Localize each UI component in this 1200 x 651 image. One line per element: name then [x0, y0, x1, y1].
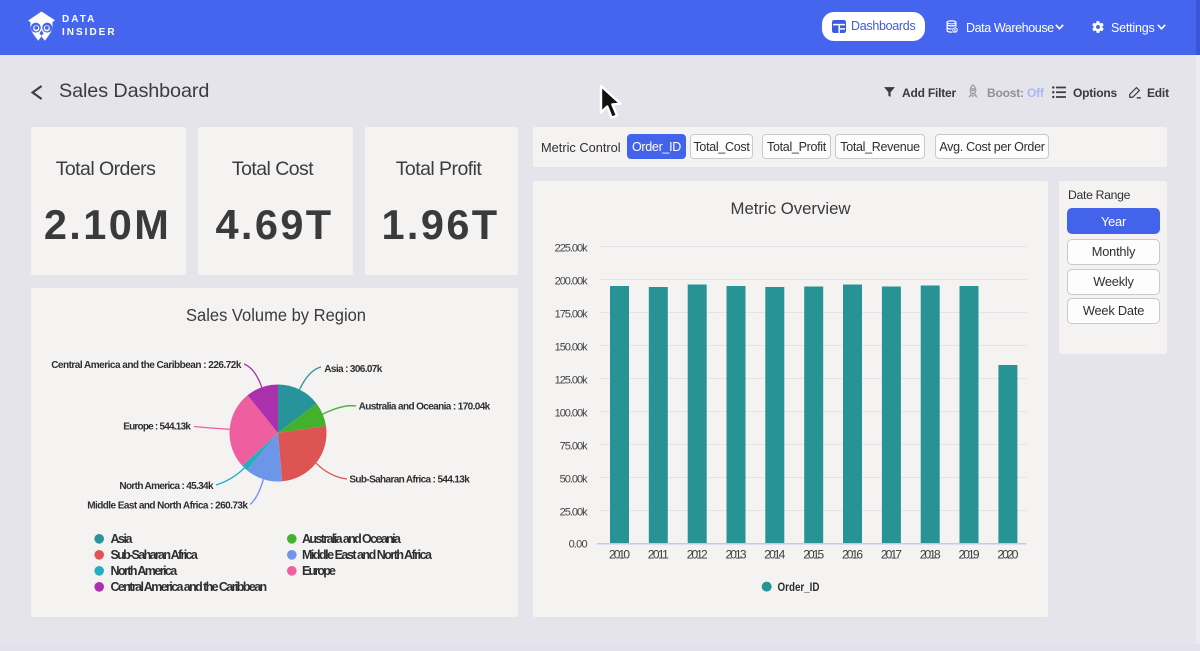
svg-text:50.00k: 50.00k — [560, 474, 589, 486]
svg-text:2016: 2016 — [842, 548, 863, 562]
svg-text:225.00k: 225.00k — [555, 243, 589, 255]
svg-text:2017: 2017 — [881, 548, 902, 562]
svg-text:2018: 2018 — [920, 548, 941, 562]
svg-text:2020: 2020 — [997, 548, 1018, 562]
svg-text:Sales Volume by Region: Sales Volume by Region — [186, 305, 366, 325]
svg-text:0.00: 0.00 — [569, 539, 588, 551]
svg-text:75.00k: 75.00k — [560, 441, 589, 453]
svg-text:Asia : 306.07k: Asia : 306.07k — [324, 364, 382, 375]
svg-text:2019: 2019 — [959, 548, 980, 562]
svg-text:Europe: Europe — [302, 564, 336, 578]
svg-text:Metric Overview: Metric Overview — [731, 199, 852, 218]
svg-text:100.00k: 100.00k — [555, 408, 589, 420]
svg-text:Australia and Oceania : 170.04: Australia and Oceania : 170.04k — [359, 402, 491, 413]
svg-text:2010: 2010 — [609, 548, 630, 562]
svg-text:North America : 45.34k: North America : 45.34k — [119, 481, 214, 492]
svg-text:Middle East and North Africa: Middle East and North Africa — [302, 548, 433, 562]
svg-text:Europe : 544.13k: Europe : 544.13k — [123, 422, 191, 433]
svg-text:2012: 2012 — [687, 548, 708, 562]
svg-text:125.00k: 125.00k — [555, 375, 589, 387]
svg-text:Middle East and North Africa :: Middle East and North Africa : 260.73k — [87, 501, 248, 512]
svg-text:2013: 2013 — [726, 548, 747, 562]
svg-text:Australia and Oceania: Australia and Oceania — [302, 532, 402, 546]
svg-text:150.00k: 150.00k — [555, 342, 589, 354]
svg-text:175.00k: 175.00k — [555, 309, 589, 321]
svg-text:200.00k: 200.00k — [555, 276, 589, 288]
svg-text:Order_ID: Order_ID — [778, 580, 820, 594]
svg-text:2011: 2011 — [648, 548, 669, 562]
svg-text:2014: 2014 — [764, 548, 785, 562]
svg-text:Sub-Saharan Africa : 544.13k: Sub-Saharan Africa : 544.13k — [349, 475, 470, 486]
svg-text:Asia: Asia — [111, 532, 134, 546]
svg-text:Central America and the Caribb: Central America and the Caribbean — [111, 580, 268, 594]
svg-text:North America: North America — [111, 564, 179, 578]
svg-text:Central America and the Caribb: Central America and the Caribbean : 226.… — [51, 360, 242, 371]
svg-text:Sub-Saharan Africa: Sub-Saharan Africa — [111, 548, 199, 562]
svg-text:25.00k: 25.00k — [560, 507, 589, 519]
svg-text:2015: 2015 — [803, 548, 824, 562]
